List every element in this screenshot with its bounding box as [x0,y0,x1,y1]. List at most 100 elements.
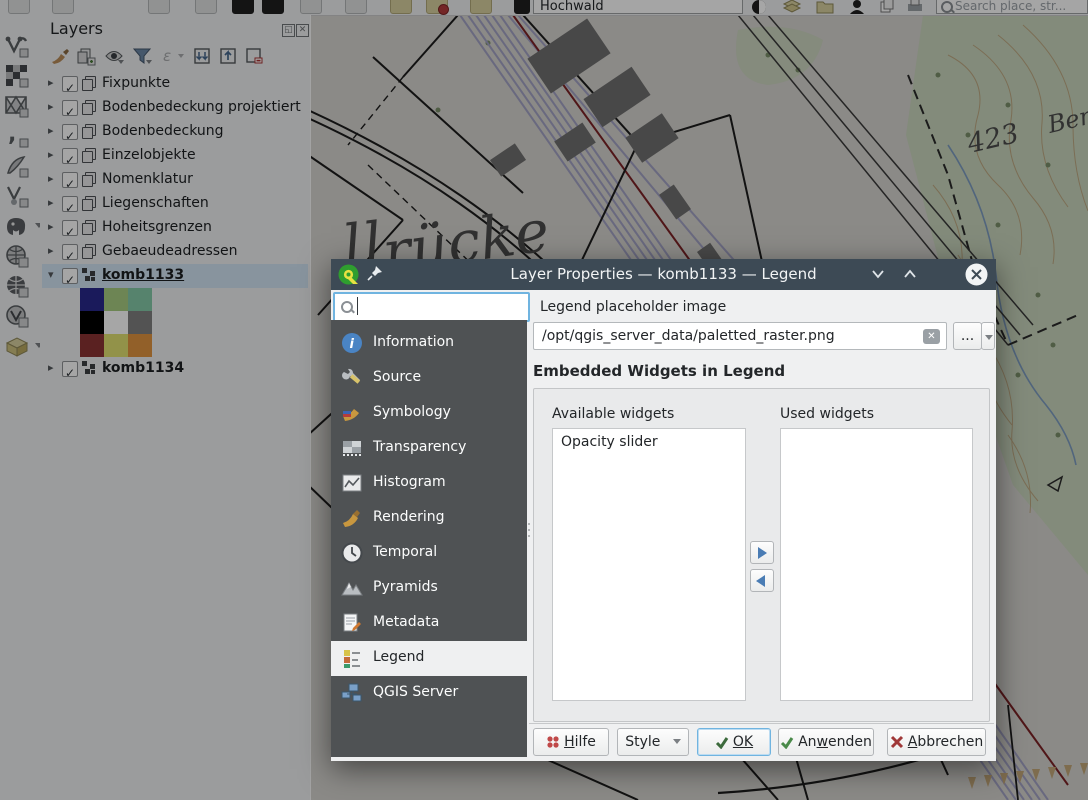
remove-widget-button[interactable] [750,569,774,592]
browse-options-button[interactable] [981,322,995,350]
layers-icon[interactable] [782,0,802,14]
layer-row[interactable]: ▸ ✓ Hoheitsgrenzen [42,216,308,240]
expand-icon[interactable]: ▸ [48,172,54,185]
add-postgis-layer-icon[interactable] [4,213,30,239]
copy-icon[interactable] [878,0,898,14]
sidebar-item-temporal[interactable]: Temporal [331,536,527,571]
layer-row[interactable]: ▸ ✓ Fixpunkte [42,72,308,96]
add-group-icon[interactable] [76,46,96,66]
add-delimited-text-layer-icon[interactable]: , [4,123,30,149]
toolbar-icon-active[interactable] [232,0,254,14]
sidebar-item-histogram[interactable]: Histogram [331,466,527,501]
sidebar-item-legend[interactable]: Legend [331,641,527,676]
user-icon[interactable] [848,0,868,14]
print-icon[interactable] [906,0,926,14]
close-panel-icon[interactable]: ✕ [296,24,309,37]
pin-icon[interactable] [367,265,383,285]
toolbar-icon[interactable] [52,0,74,14]
add-widget-button[interactable] [750,541,774,564]
dropdown-arrow-icon[interactable] [178,54,184,58]
layer-checkbox[interactable]: ✓ [62,268,78,284]
layer-label[interactable]: Liegenschaften [102,195,209,211]
splitter-handle[interactable] [527,519,531,579]
style-button[interactable]: Style [617,728,689,756]
sidebar-item-rendering[interactable]: Rendering [331,501,527,536]
layer-checkbox[interactable]: ✓ [62,76,78,92]
add-vector-layer-icon[interactable] [4,33,30,59]
layer-checkbox[interactable]: ✓ [62,361,78,377]
layer-row[interactable]: ▸ ✓ Einzelobjekte [42,144,308,168]
toolbar-icon[interactable] [345,0,367,14]
layer-checkbox[interactable]: ✓ [62,124,78,140]
layer-label[interactable]: Bodenbedeckung [102,123,224,139]
layer-label[interactable]: Gebaeudeadressen [102,243,238,259]
layer-label[interactable]: komb1133 [102,267,184,283]
add-mesh-layer-icon[interactable] [4,93,30,119]
expand-icon[interactable]: ▸ [48,244,54,257]
float-panel-icon[interactable]: ◱ [282,24,295,37]
available-widgets-list[interactable]: Opacity slider [552,428,746,701]
dialog-titlebar[interactable]: Layer Properties — komb1133 — Legend [331,259,996,290]
maximize-icon[interactable] [902,266,918,286]
list-item[interactable]: Opacity slider [553,429,745,455]
browse-button[interactable]: ... [953,322,982,350]
sidebar-item-qgis-server[interactable]: QGIS Server [331,676,527,711]
layer-row[interactable]: ▸ ✓ Nomenklatur [42,168,308,192]
expand-icon[interactable]: ▸ [48,100,54,113]
layer-label[interactable]: Einzelobjekte [102,147,196,163]
used-widgets-list[interactable] [780,428,973,701]
toolbar-icon[interactable] [426,0,448,14]
layer-label[interactable]: Nomenklatur [102,171,193,187]
toolbar-icon-active[interactable] [262,0,284,14]
layer-row[interactable]: ▸ ✓ komb1134 [42,357,308,381]
placeholder-image-path-input[interactable]: /opt/qgis_server_data/paletted_raster.pn… [533,322,947,350]
expand-icon[interactable]: ▸ [48,76,54,89]
layer-label[interactable]: Fixpunkte [102,75,170,91]
layer-row[interactable]: ▸ ✓ Bodenbedeckung projektiert [42,96,308,120]
layer-checkbox[interactable]: ✓ [62,172,78,188]
toolbar-icon[interactable] [390,0,412,14]
add-geopackage-layer-icon[interactable] [4,333,30,359]
sidebar-item-pyramids[interactable]: Pyramids [331,571,527,606]
expression-filter-icon[interactable]: ε [160,46,180,66]
toolbar-icon[interactable] [514,0,530,14]
add-raster-layer-icon[interactable] [4,63,30,89]
folder-icon[interactable] [816,0,836,14]
layer-row[interactable]: ▸ ✓ Liegenschaften [42,192,308,216]
cancel-button[interactable]: Abbrechen [887,728,986,756]
layer-checkbox[interactable]: ✓ [62,220,78,236]
sidebar-item-transparency[interactable]: Transparency [331,431,527,466]
layer-checkbox[interactable]: ✓ [62,196,78,212]
toolbar-icon[interactable] [470,0,492,14]
ok-button[interactable]: OK [697,728,771,756]
filter-legend-icon[interactable] [132,46,152,66]
layer-label[interactable]: komb1134 [102,360,184,376]
collapse-all-icon[interactable] [218,46,238,66]
locator-search-input[interactable]: Search place, str... [936,0,1088,14]
shade-icon[interactable] [870,266,886,286]
add-wms-layer-icon[interactable] [4,243,30,269]
styling-panel-icon[interactable] [50,46,70,66]
expand-all-icon[interactable] [192,46,212,66]
layer-checkbox[interactable]: ✓ [62,148,78,164]
sidebar-item-metadata[interactable]: Metadata [331,606,527,641]
layer-label[interactable]: Bodenbedeckung projektiert [102,99,301,115]
properties-search-input[interactable] [333,292,530,322]
add-spatialite-layer-icon[interactable] [4,153,30,179]
layer-label[interactable]: Hoheitsgrenzen [102,219,212,235]
add-wcs-layer-icon[interactable] [4,273,30,299]
dropdown-arrow-icon[interactable] [118,60,124,64]
expand-icon[interactable]: ▸ [48,148,54,161]
add-virtual-layer-icon[interactable] [4,183,30,209]
toolbar-icon[interactable] [148,0,170,14]
clear-text-icon[interactable]: ✕ [923,329,940,344]
add-wfs-layer-icon[interactable] [4,303,30,329]
sidebar-item-information[interactable]: i Information [331,326,527,361]
close-icon[interactable] [965,263,988,290]
sidebar-item-source[interactable]: Source [331,361,527,396]
help-button[interactable]: Hilfe [533,728,609,756]
layer-row-selected[interactable]: ▾ ✓ komb1133 [42,264,308,288]
toolbar-icon[interactable] [300,0,322,14]
sidebar-item-symbology[interactable]: Symbology [331,396,527,431]
expand-icon[interactable]: ▸ [48,124,54,137]
